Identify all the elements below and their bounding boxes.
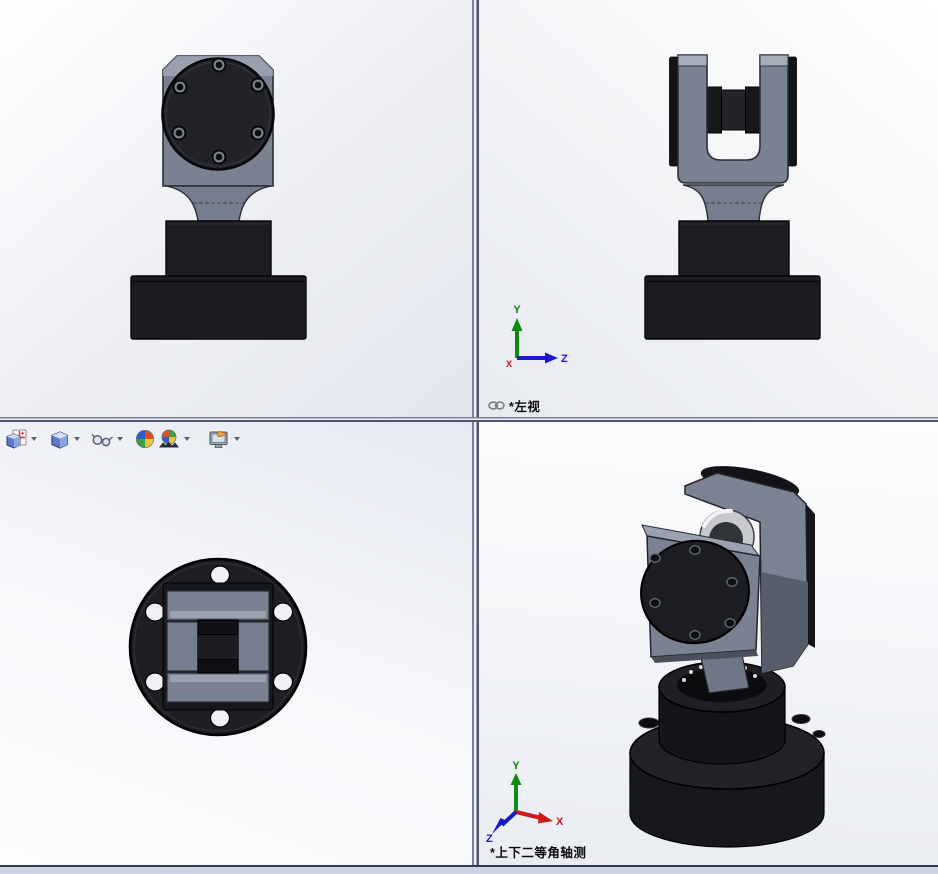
view-orientation-button[interactable]: [4, 427, 28, 451]
dropdown-arrow-icon: [234, 437, 240, 441]
left-view-drawing: Y Z X: [506, 54, 821, 369]
viewport-left[interactable]: Y Z X *左视: [479, 0, 938, 417]
dropdown-arrow-icon: [74, 437, 80, 441]
view-label-isometric: *上下二等角轴测: [490, 842, 586, 861]
view-orientation-icon: [6, 429, 26, 449]
heads-up-view-toolbar: [4, 427, 243, 451]
isometric-view-drawing: Y X Z: [486, 466, 826, 848]
dropdown-arrow-icon: [117, 437, 123, 441]
pin-spool: [706, 86, 761, 134]
hide-show-items-icon: [91, 433, 113, 447]
view-settings-button[interactable]: [207, 427, 231, 451]
bottom-edge-strip: [0, 865, 938, 874]
view-settings-icon: [209, 431, 228, 448]
four-view-workspace: Y Z X *左视 Y X Z *上下二等角轴测: [0, 0, 938, 874]
viewport-front[interactable]: [0, 0, 472, 417]
edit-appearance-button[interactable]: [133, 427, 157, 451]
display-style-dropdown[interactable]: [71, 427, 83, 451]
viewport-isometric[interactable]: Y X Z *上下二等角轴测: [479, 422, 938, 865]
axis-z-label: Z: [561, 353, 568, 365]
apply-scene-dropdown[interactable]: [181, 427, 193, 451]
dropdown-arrow-icon: [31, 437, 37, 441]
hide-show-items-button[interactable]: [90, 427, 114, 451]
horizontal-pane-divider[interactable]: [0, 417, 938, 422]
view-orientation-dropdown[interactable]: [28, 427, 40, 451]
axis-x-label: X: [556, 816, 564, 828]
hide-show-items-dropdown[interactable]: [114, 427, 126, 451]
link-icon: [488, 401, 505, 410]
viewport-top[interactable]: [0, 422, 472, 865]
dropdown-arrow-icon: [184, 437, 190, 441]
orientation-triad: Y Z X: [506, 304, 568, 369]
front-view-drawing: [130, 55, 307, 340]
axis-x-label: X: [506, 359, 512, 369]
edit-appearance-icon: [135, 429, 155, 449]
view-settings-dropdown[interactable]: [231, 427, 243, 451]
display-style-icon: [50, 430, 68, 449]
view-label-left: *左视: [488, 396, 540, 415]
apply-scene-icon: [159, 429, 179, 448]
axis-y-label: Y: [512, 760, 520, 772]
top-view-drawing: [128, 557, 308, 737]
view-label-text: *上下二等角轴测: [490, 846, 587, 860]
apply-scene-button[interactable]: [157, 427, 181, 451]
display-style-button[interactable]: [47, 427, 71, 451]
orientation-triad: Y X Z: [486, 760, 564, 845]
view-label-text: *左视: [509, 400, 541, 414]
vertical-pane-divider[interactable]: [472, 0, 479, 865]
axis-y-label: Y: [513, 304, 521, 316]
